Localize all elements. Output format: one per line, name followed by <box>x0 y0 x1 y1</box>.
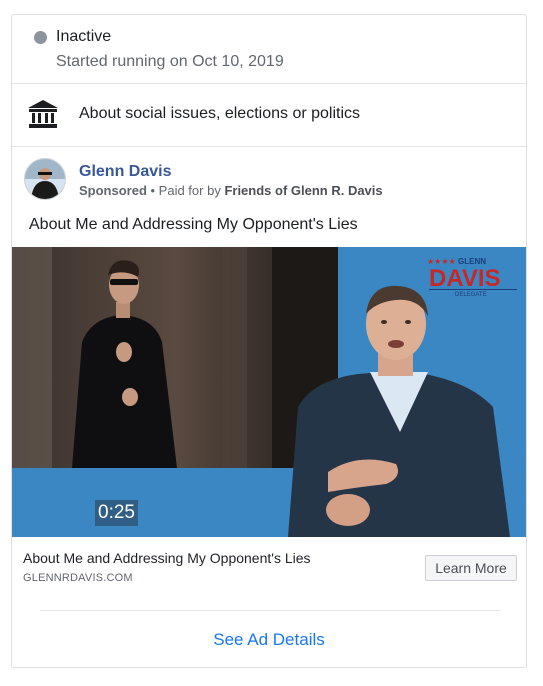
status-label: Inactive <box>56 28 112 45</box>
learn-more-button[interactable]: Learn More <box>425 555 517 581</box>
sponsored-line: Sponsored • Paid for by Friends of Glenn… <box>79 183 383 198</box>
start-date: Started running on Oct 10, 2019 <box>56 53 284 70</box>
avatar-image <box>25 159 65 199</box>
ad-card: Inactive Started running on Oct 10, 2019… <box>11 14 527 668</box>
page-avatar[interactable] <box>24 158 66 200</box>
link-preview-bar[interactable]: About Me and Addressing My Opponent's Li… <box>12 537 526 592</box>
bank-icon <box>28 100 58 128</box>
ad-body-text: About Me and Addressing My Opponent's Li… <box>29 216 358 233</box>
category-label: About social issues, elections or politi… <box>79 105 361 122</box>
video-duration-badge: 0:25 <box>95 500 138 526</box>
paid-for-name: Friends of Glenn R. Davis <box>224 183 383 198</box>
link-title: About Me and Addressing My Opponent's Li… <box>23 550 311 566</box>
page-name-link[interactable]: Glenn Davis <box>79 163 171 181</box>
footer-divider <box>40 610 500 611</box>
paid-for-prefix: • Paid for by <box>146 183 225 198</box>
candidate-image <box>288 285 510 537</box>
status-dot-icon <box>34 31 47 44</box>
sponsored-label: Sponsored <box>79 183 147 198</box>
ad-status-section: Inactive Started running on Oct 10, 2019 <box>12 15 526 84</box>
ad-video[interactable]: ★★★★ GLENN DAVIS DELEGATE 0:25 <box>12 247 526 537</box>
see-ad-details-link[interactable]: See Ad Details <box>12 630 526 650</box>
link-domain: GLENNRDAVIS.COM <box>23 572 133 584</box>
ad-category-section: About social issues, elections or politi… <box>12 83 526 147</box>
